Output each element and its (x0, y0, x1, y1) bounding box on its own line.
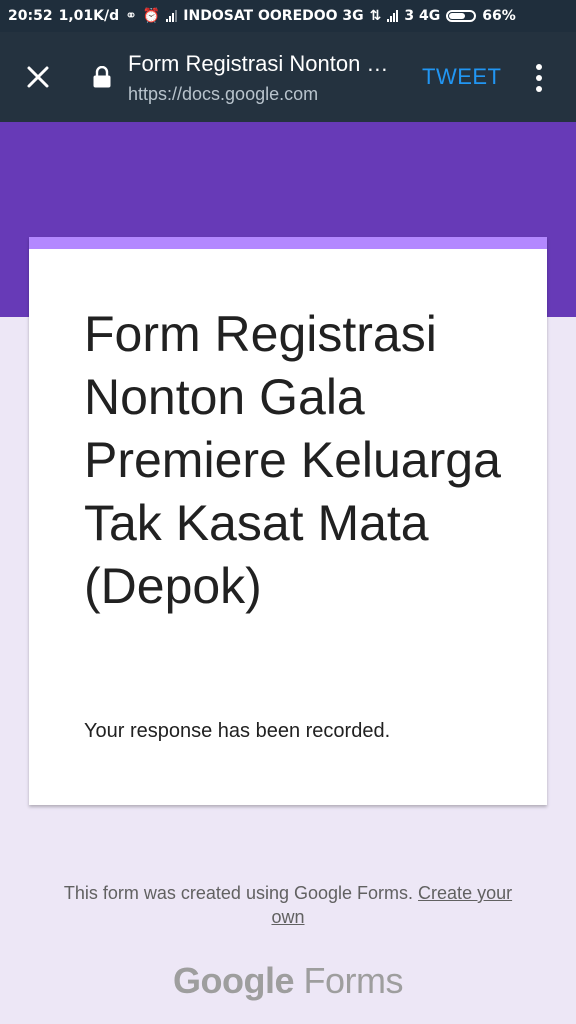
overflow-menu-button[interactable] (524, 60, 554, 96)
signal-icon (166, 10, 178, 22)
google-forms-logo: Google Forms (0, 960, 576, 1002)
confirmation-card: Form Registrasi Nonton Gala Premiere Kel… (29, 237, 547, 805)
logo-brand: Google (172, 960, 295, 1001)
headphones-icon: ⚭ (125, 8, 137, 24)
page-info[interactable]: Form Registrasi Nonton Gala Premiere Kel… (128, 50, 398, 107)
logo-product: Forms (303, 960, 404, 1001)
battery-icon (446, 10, 477, 22)
status-battery: 66% (482, 8, 516, 24)
browser-toolbar: Form Registrasi Nonton Gala Premiere Kel… (0, 32, 576, 122)
status-carrier: INDOSAT OOREDOO 3G (183, 8, 364, 24)
footer-text: This form was created using Google Forms… (63, 883, 414, 903)
status-time: 20:52 (8, 8, 53, 24)
signal-icon-2 (387, 10, 399, 22)
data-transfer-icon: ⇅ (369, 8, 382, 24)
page-title: Form Registrasi Nonton Gala Premiere Kel… (128, 51, 398, 76)
footer-notice: This form was created using Google Forms… (60, 881, 516, 929)
card-accent-bar (29, 237, 547, 249)
page-url: https://docs.google.com (128, 84, 319, 104)
alarm-icon: ⏰ (142, 8, 161, 24)
tweet-button[interactable]: TWEET (422, 64, 502, 90)
close-icon (27, 66, 49, 88)
status-network-2: 3 4G (404, 8, 441, 24)
lock-icon (93, 66, 111, 88)
form-title: Form Registrasi Nonton Gala Premiere Kel… (84, 306, 501, 614)
status-network-speed: 1,01K/d (58, 8, 120, 24)
response-message: Your response has been recorded. (84, 720, 391, 742)
status-bar: 20:52 1,01K/d ⚭ ⏰ INDOSAT OOREDOO 3G ⇅ 3… (0, 0, 576, 32)
close-button[interactable] (20, 59, 56, 95)
